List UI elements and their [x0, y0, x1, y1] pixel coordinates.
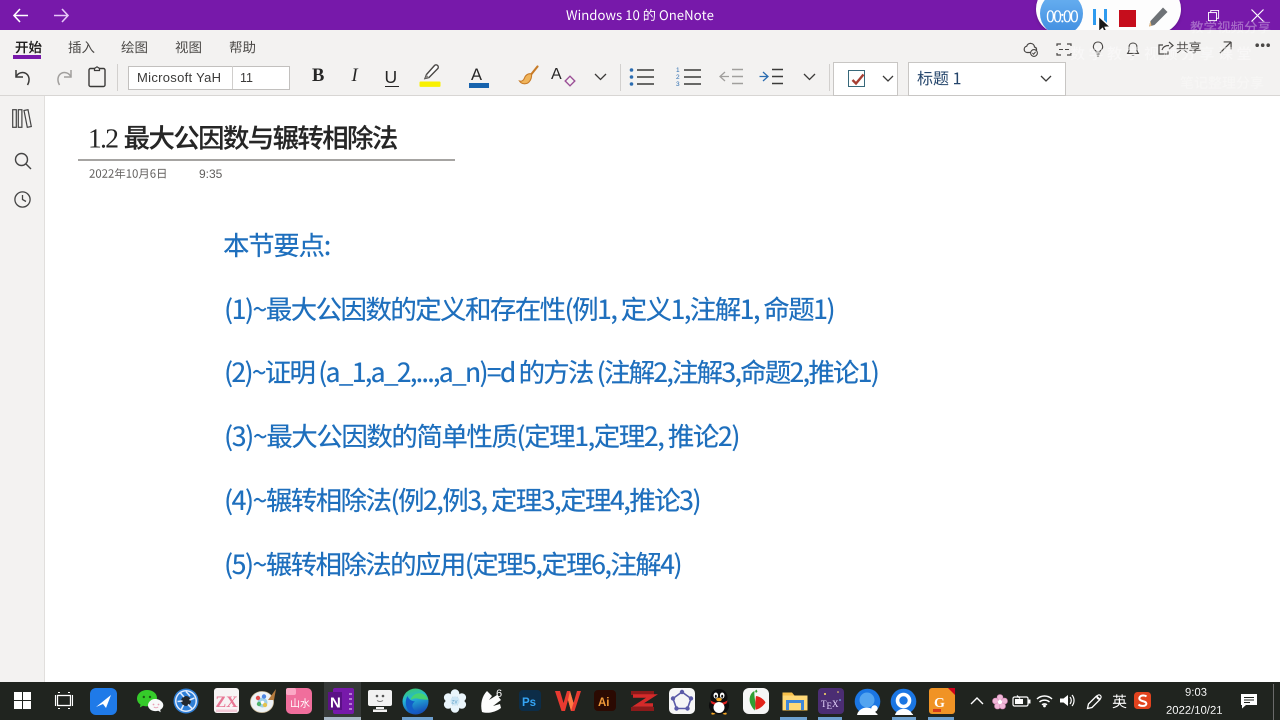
svg-text:6: 6	[496, 688, 502, 700]
svg-text:山水: 山水	[290, 698, 310, 710]
svg-text:G: G	[934, 696, 945, 711]
svg-text:Ai: Ai	[598, 697, 610, 709]
svg-text:N: N	[330, 695, 341, 712]
svg-text:2: 2	[676, 74, 680, 81]
svg-text:1: 1	[676, 67, 680, 74]
svg-text:zv: zv	[452, 700, 458, 706]
svg-text:ZX: ZX	[216, 694, 239, 711]
svg-text:3: 3	[676, 81, 680, 88]
svg-text:Ps: Ps	[522, 697, 536, 709]
